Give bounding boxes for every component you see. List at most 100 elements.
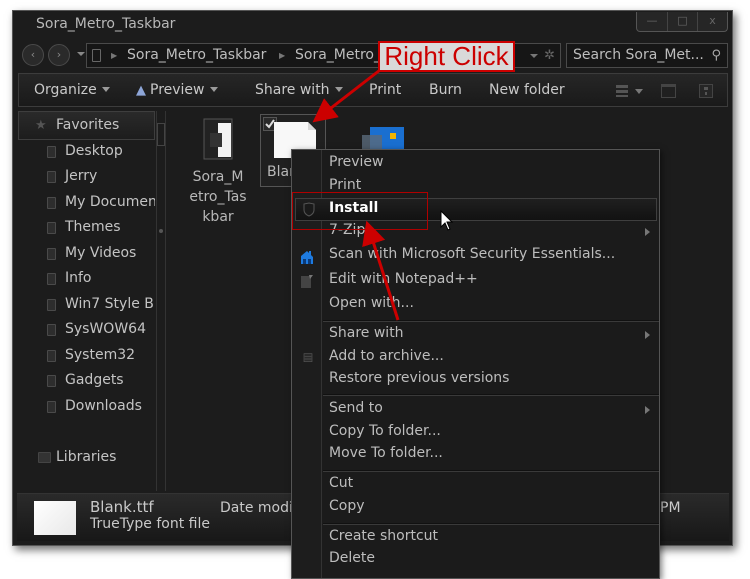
menu-item-open-with[interactable]: Open with... <box>292 294 659 317</box>
submenu-arrow-icon <box>645 228 650 236</box>
folder-icon <box>47 375 56 387</box>
sidebar-item-label: Themes <box>65 219 121 235</box>
print-button[interactable]: Print <box>369 74 401 106</box>
folder-icon <box>47 324 56 336</box>
navigation-bar: ‹ › ▶ Sora_Metro_Taskbar ▶ Sora_Metro_Ta… <box>13 42 732 70</box>
preview-button[interactable]: ▲ Preview <box>136 74 218 106</box>
sidebar-item-my-documents[interactable]: My Documents <box>18 192 155 216</box>
menu-item-label: Share with <box>329 325 404 341</box>
details-date-modified-label: Date modi <box>220 500 293 516</box>
help-button[interactable] <box>699 83 715 103</box>
command-bar: Organize ▲ Preview Share with Print Burn … <box>18 73 728 107</box>
sidebar-item-libraries[interactable]: Libraries <box>18 447 155 471</box>
install-highlight-box <box>292 192 428 230</box>
menu-item-cut[interactable]: Cut <box>292 474 659 497</box>
search-input[interactable]: Search Sora_Met... ⚲ <box>566 43 728 68</box>
sidebar-item-win7-style-buttons[interactable]: Win7 Style Buttons <box>18 294 155 318</box>
folder-thumbnail-icon <box>203 118 233 160</box>
menu-separator <box>323 470 659 472</box>
breadcrumb-chevron-icon[interactable]: ▶ <box>279 44 285 67</box>
sidebar-item-syswow64[interactable]: SysWOW64 <box>18 319 155 343</box>
menu-item-restore-previous-versions[interactable]: Restore previous versions <box>292 369 659 392</box>
details-time-value: PM <box>660 500 681 516</box>
sidebar-item-desktop[interactable]: Desktop <box>18 141 155 165</box>
menu-item-scan-security-essentials[interactable]: Scan with Microsoft Security Essentials.… <box>292 245 659 268</box>
menu-item-copy-to-folder[interactable]: Copy To folder... <box>292 422 659 445</box>
menu-item-label: Delete <box>329 550 375 566</box>
share-with-label: Share with <box>255 82 330 98</box>
menu-item-label: Move To folder... <box>329 445 443 461</box>
sidebar-item-jerry[interactable]: Jerry <box>18 166 155 190</box>
sidebar-item-downloads[interactable]: Downloads <box>18 396 155 420</box>
sidebar-item-gadgets[interactable]: Gadgets <box>18 370 155 394</box>
address-dropdown-icon[interactable] <box>530 54 538 58</box>
details-file-name: Blank.ttf <box>90 498 154 516</box>
menu-item-preview[interactable]: Preview <box>292 153 659 176</box>
scrollbar-thumb[interactable] <box>157 123 165 146</box>
minimize-button[interactable]: — <box>637 12 667 31</box>
documents-icon <box>47 197 56 209</box>
menu-item-label: Edit with Notepad++ <box>329 271 478 287</box>
archive-icon <box>303 353 313 362</box>
preview-pane-button[interactable] <box>661 83 677 103</box>
recent-pages-dropdown-icon[interactable] <box>77 52 85 56</box>
sidebar-item-label: Info <box>65 270 92 286</box>
refresh-icon[interactable]: ✲ <box>544 44 555 67</box>
sidebar-item-my-videos[interactable]: My Videos <box>18 243 155 267</box>
sidebar-item-label: SysWOW64 <box>65 321 146 337</box>
sidebar-item-label: My Videos <box>65 245 137 261</box>
menu-item-delete[interactable]: Delete <box>292 549 659 572</box>
maximize-button[interactable]: □ <box>667 12 697 31</box>
menu-item-create-shortcut[interactable]: Create shortcut <box>292 527 659 550</box>
navigation-pane-scrollbar[interactable] <box>156 111 166 491</box>
new-folder-button[interactable]: New folder <box>489 74 565 106</box>
sidebar-item-label: Win7 Style Buttons <box>65 296 155 312</box>
close-button[interactable]: x <box>697 12 727 31</box>
view-options-icon <box>616 85 643 97</box>
menu-item-label: Scan with Microsoft Security Essentials.… <box>329 246 616 262</box>
menu-item-move-to-folder[interactable]: Move To folder... <box>292 444 659 467</box>
sidebar-item-label: Jerry <box>65 168 98 184</box>
menu-item-label: Add to archive... <box>329 348 444 364</box>
sidebar-item-label: Desktop <box>65 143 123 159</box>
menu-item-label: Send to <box>329 400 383 416</box>
menu-item-label: Copy To folder... <box>329 423 441 439</box>
menu-item-share-with[interactable]: Share with <box>292 324 659 347</box>
chevron-down-icon <box>334 87 343 92</box>
burn-button[interactable]: Burn <box>429 74 462 106</box>
file-name-line: etro_Tas <box>189 189 247 205</box>
file-thumbnail-icon <box>34 501 76 535</box>
menu-item-edit-notepad-plus-plus[interactable]: Edit with Notepad++ <box>292 270 659 293</box>
menu-item-add-to-archive[interactable]: Add to archive... <box>292 347 659 370</box>
back-button[interactable]: ‹ <box>22 44 44 66</box>
details-file-type: TrueType font file <box>90 516 210 532</box>
menu-item-label: Preview <box>329 154 384 170</box>
navigation-pane: ★ Favorites Desktop Jerry My Documents T… <box>18 111 155 491</box>
help-icon <box>699 84 713 98</box>
menu-separator <box>323 523 659 525</box>
menu-item-send-to[interactable]: Send to <box>292 399 659 422</box>
sidebar-item-system32[interactable]: System32 <box>18 345 155 369</box>
forward-arrow-icon: › <box>56 48 62 61</box>
sidebar-item-info[interactable]: Info <box>18 268 155 292</box>
sidebar-item-themes[interactable]: Themes <box>18 217 155 241</box>
folder-icon <box>47 222 56 234</box>
videos-icon <box>47 248 56 260</box>
search-icon[interactable]: ⚲ <box>711 44 721 67</box>
breadcrumb-chevron-icon[interactable]: ▶ <box>111 44 117 67</box>
file-item-folder[interactable]: Sora_M etro_Tas kbar <box>185 117 251 227</box>
right-click-callout: Right Click <box>378 41 515 72</box>
folder-icon <box>47 350 56 362</box>
menu-item-copy[interactable]: Copy <box>292 497 659 520</box>
sidebar-favorites-header[interactable]: ★ Favorites <box>18 111 155 140</box>
breadcrumb-item[interactable]: Sora_Metro_Taskbar <box>127 44 266 67</box>
sidebar-item-label: Libraries <box>56 449 117 465</box>
organize-button[interactable]: Organize <box>34 74 110 106</box>
sidebar-item-label: Gadgets <box>65 372 124 388</box>
menu-separator <box>323 394 659 396</box>
change-view-button[interactable] <box>616 83 646 102</box>
forward-button[interactable]: › <box>48 44 70 66</box>
share-with-button[interactable]: Share with <box>255 74 343 106</box>
menu-item-label: Restore previous versions <box>329 370 510 386</box>
scrollbar-grip-icon <box>159 229 163 233</box>
